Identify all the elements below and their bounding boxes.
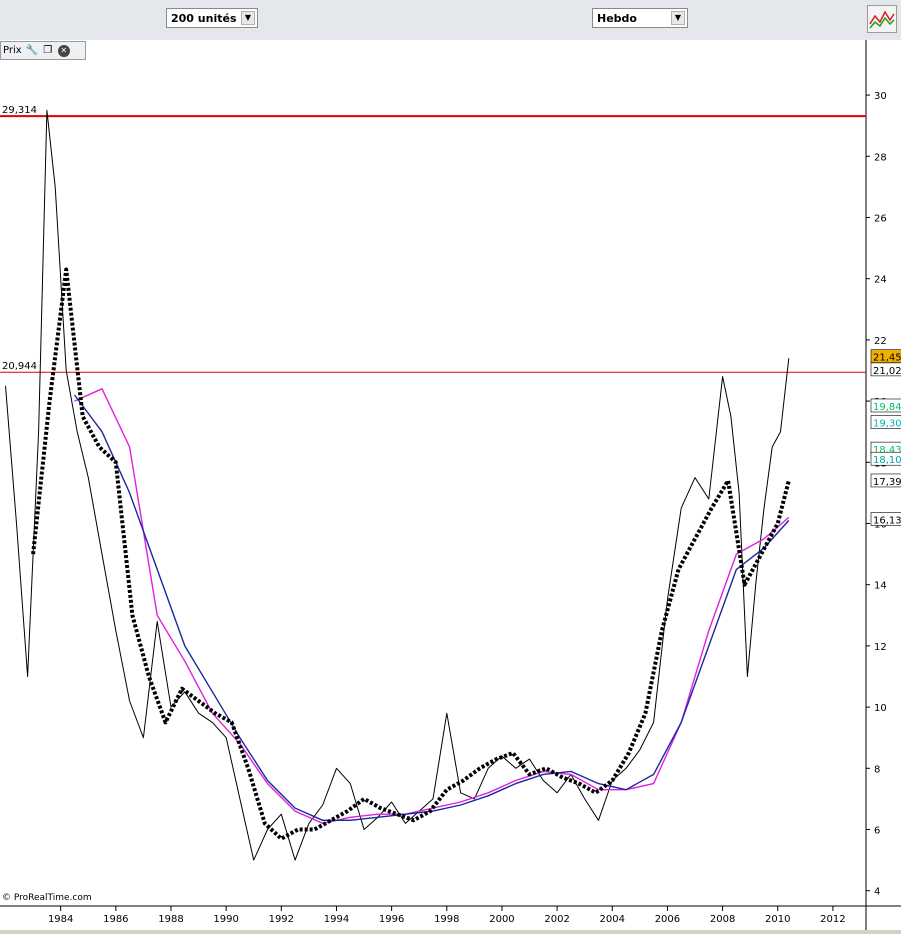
x-tick-label: 2006: [655, 914, 680, 925]
period-select-value: Hebdo: [597, 12, 637, 25]
x-tick-label: 1990: [213, 914, 238, 925]
x-tick-label: 2012: [820, 914, 845, 925]
navy-average-line: [73, 394, 790, 821]
y-tick-label: 26: [874, 213, 887, 224]
price-chart[interactable]: 4681012141618202224262830198419861988199…: [0, 40, 901, 930]
value-badge-label: 19,30: [873, 419, 901, 430]
close-icon[interactable]: ✕: [57, 44, 70, 57]
x-tick-label: 1992: [269, 914, 294, 925]
x-tick-label: 1996: [379, 914, 404, 925]
y-tick-label: 8: [874, 764, 880, 775]
y-tick-label: 6: [874, 825, 880, 836]
panel-title: Prix: [3, 45, 22, 56]
chart-svg: 4681012141618202224262830198419861988199…: [0, 40, 901, 930]
x-tick-label: 2008: [710, 914, 735, 925]
panel-header: Prix 🔧 ❐ ✕: [0, 41, 86, 60]
magenta-average-line: [74, 388, 790, 825]
y-tick-label: 28: [874, 152, 887, 163]
x-tick-label: 2002: [544, 914, 569, 925]
y-tick-label: 12: [874, 642, 887, 653]
horizontal-line-label: 29,314: [2, 105, 37, 116]
y-tick-label: 10: [874, 703, 887, 714]
x-tick-label: 2004: [600, 914, 625, 925]
value-badge-label: 21,02: [873, 366, 901, 377]
wrench-icon[interactable]: 🔧: [26, 45, 38, 57]
value-badge-label: 19,84: [873, 402, 901, 413]
toolbar: 200 unités ▼ Hebdo ▼: [0, 0, 901, 41]
y-tick-label: 22: [874, 336, 887, 347]
x-tick-label: 2000: [489, 914, 514, 925]
window-icon[interactable]: ❐: [42, 45, 54, 57]
value-badge-label: 17,39: [873, 477, 901, 488]
chevron-down-icon[interactable]: ▼: [241, 11, 255, 25]
credit-text: © ProRealTime.com: [2, 893, 92, 903]
value-badge-label: 18,10: [873, 455, 901, 466]
x-tick-label: 1998: [434, 914, 459, 925]
units-select-value: 200 unités: [171, 12, 237, 25]
x-tick-label: 1988: [158, 914, 183, 925]
period-select[interactable]: Hebdo ▼: [592, 8, 688, 28]
y-tick-label: 14: [874, 581, 887, 592]
chart-style-icon[interactable]: [867, 5, 897, 33]
x-tick-label: 2010: [765, 914, 790, 925]
chevron-down-icon[interactable]: ▼: [671, 11, 685, 25]
y-tick-label: 30: [874, 91, 887, 102]
units-select[interactable]: 200 unités ▼: [166, 8, 258, 28]
horizontal-line-label: 20,944: [2, 361, 37, 372]
x-tick-label: 1994: [324, 914, 349, 925]
y-tick-label: 24: [874, 275, 887, 286]
price-line: [5, 109, 790, 861]
value-badge-label: 16,13: [873, 516, 901, 527]
y-tick-label: 4: [874, 887, 880, 898]
value-badge-label: 21,45: [873, 353, 901, 364]
x-tick-label: 1986: [103, 914, 128, 925]
x-tick-label: 1984: [48, 914, 73, 925]
